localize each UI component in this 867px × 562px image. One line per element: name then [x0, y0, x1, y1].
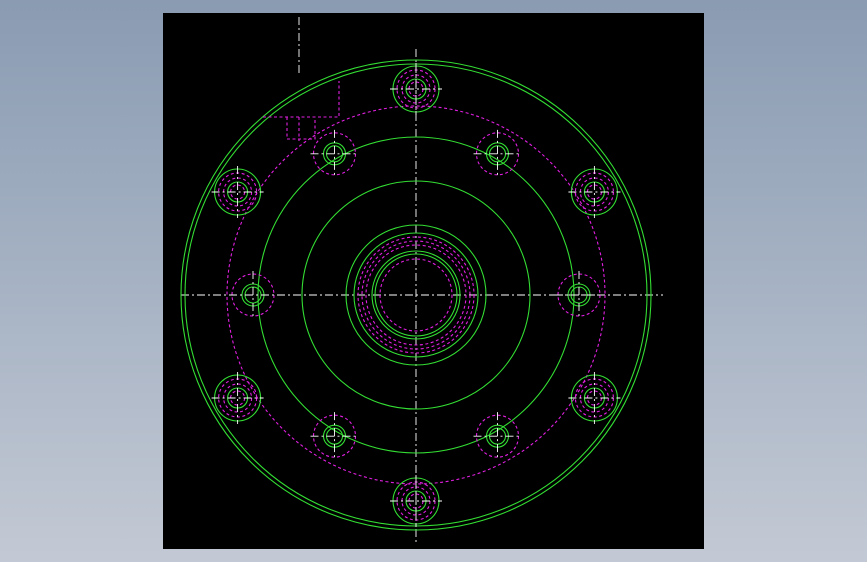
counterbore-edge	[214, 168, 262, 216]
inner-bolt-hole	[555, 271, 603, 319]
hidden-notch	[286, 117, 316, 140]
counterbore-edge	[214, 374, 262, 422]
counterbore-edge	[570, 168, 618, 216]
hidden-step-line	[263, 81, 340, 118]
cad-viewport[interactable]	[163, 13, 704, 549]
flange-drawing	[180, 17, 663, 545]
centerlines	[181, 17, 663, 545]
hole-centerline	[555, 271, 603, 319]
counterbore-edge	[570, 374, 618, 422]
hole-centerline	[229, 271, 277, 319]
inner-bolt-hole	[229, 271, 277, 319]
